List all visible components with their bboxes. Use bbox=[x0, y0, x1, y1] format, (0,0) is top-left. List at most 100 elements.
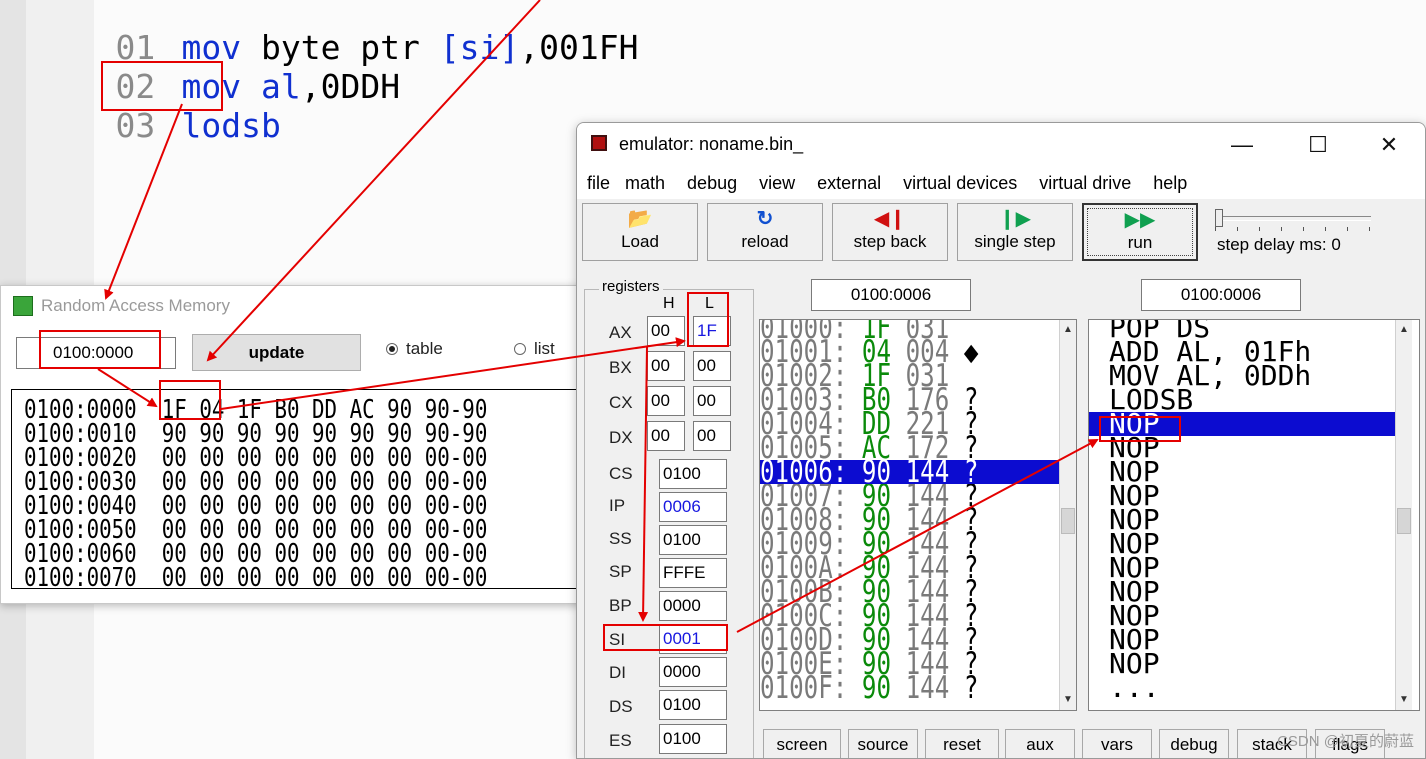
menu-debug[interactable]: debug bbox=[687, 173, 737, 194]
load-label: Load bbox=[621, 232, 659, 251]
reg-ah[interactable]: 00 bbox=[647, 316, 685, 346]
reg-cl[interactable]: 00 bbox=[693, 386, 731, 416]
reg-ss[interactable]: 0100 bbox=[659, 525, 727, 555]
ram-window: Random Access Memory 0100:0000 update ta… bbox=[0, 285, 611, 604]
code-operand: ,0DDH bbox=[300, 67, 401, 106]
disasm-scrollbar[interactable]: ▲ ▼ bbox=[1395, 320, 1412, 710]
ram-titlebar[interactable]: Random Access Memory bbox=[13, 294, 230, 318]
reg-label-cx: CX bbox=[609, 393, 633, 412]
reg-label-ds: DS bbox=[609, 697, 633, 716]
reg-si[interactable]: 0001 bbox=[659, 624, 727, 654]
reg-cs[interactable]: 0100 bbox=[659, 459, 727, 489]
menu-math[interactable]: math bbox=[625, 173, 665, 194]
reg-bl[interactable]: 00 bbox=[693, 351, 731, 381]
close-button[interactable]: ✕ bbox=[1366, 129, 1412, 161]
scroll-up-icon[interactable]: ▲ bbox=[1396, 321, 1412, 339]
disasm-row[interactable]: POP DS bbox=[1089, 320, 1395, 342]
ram-title: Random Access Memory bbox=[41, 296, 230, 315]
reg-label-ax: AX bbox=[609, 323, 632, 342]
reg-label-es: ES bbox=[609, 731, 632, 750]
ram-address-input[interactable]: 0100:0000 bbox=[16, 337, 176, 369]
code-line[interactable]: 03 lodsb bbox=[36, 66, 281, 186]
reload-button[interactable]: ↻ reload bbox=[707, 203, 823, 261]
scroll-down-icon[interactable]: ▼ bbox=[1060, 691, 1076, 709]
menu-virtual-drive[interactable]: virtual drive bbox=[1039, 173, 1131, 194]
reg-dh[interactable]: 00 bbox=[647, 421, 685, 451]
scroll-thumb[interactable] bbox=[1397, 508, 1411, 534]
reg-di[interactable]: 0000 bbox=[659, 657, 727, 687]
code-operand: ,001FH bbox=[519, 28, 639, 67]
reg-label-sp: SP bbox=[609, 562, 632, 581]
disasm-address-input[interactable]: 0100:0006 bbox=[1141, 279, 1301, 311]
reg-label-ip: IP bbox=[609, 496, 626, 515]
code-keyword: lodsb bbox=[181, 106, 281, 145]
single-step-icon: ❙▶ bbox=[998, 208, 1032, 230]
radio-table-label: table bbox=[406, 339, 443, 358]
screen-button[interactable]: screen bbox=[763, 729, 841, 758]
reload-label: reload bbox=[741, 232, 789, 251]
memory-hex: 1F bbox=[861, 319, 892, 346]
reg-sp[interactable]: FFFE bbox=[659, 558, 727, 588]
step-delay-label: step delay ms: 0 bbox=[1217, 235, 1341, 254]
radio-dot-selected-icon bbox=[386, 343, 398, 355]
menu-external[interactable]: external bbox=[817, 173, 881, 194]
step-delay-slider[interactable] bbox=[1215, 209, 1371, 231]
load-button[interactable]: 📂 Load bbox=[582, 203, 698, 261]
memory-scrollbar[interactable]: ▲ ▼ bbox=[1059, 320, 1076, 710]
radio-list[interactable]: list bbox=[514, 339, 555, 359]
reg-label-cs: CS bbox=[609, 464, 633, 483]
reg-ip[interactable]: 0006 bbox=[659, 492, 727, 522]
memory-row[interactable]: 01000: 1F 031 bbox=[760, 319, 1076, 346]
scroll-down-icon[interactable]: ▼ bbox=[1396, 691, 1412, 709]
slider-thumb[interactable] bbox=[1215, 209, 1223, 227]
maximize-button[interactable]: ☐ bbox=[1295, 129, 1341, 161]
memory-char: ? bbox=[963, 382, 979, 418]
emulator-titlebar[interactable]: emulator: noname.bin_ — ☐ ✕ bbox=[577, 123, 1425, 167]
code-register: [si] bbox=[439, 28, 520, 67]
slider-track bbox=[1215, 216, 1371, 221]
reload-icon: ↻ bbox=[756, 208, 774, 230]
memory-dump-table[interactable]: 0100:0000 1F 04 1F B0 DD AC 90 90-90 010… bbox=[11, 389, 611, 589]
col-l-label: L bbox=[705, 295, 714, 312]
menu-virtual-devices[interactable]: virtual devices bbox=[903, 173, 1017, 194]
update-button[interactable]: update bbox=[192, 334, 361, 371]
reg-label-dx: DX bbox=[609, 428, 633, 447]
reg-ch[interactable]: 00 bbox=[647, 386, 685, 416]
memory-list[interactable]: 0100F: 90 144 ? 0100E: 90 144 ? 0100D: 90 … bbox=[759, 319, 1077, 711]
step-back-button[interactable]: ◀❙ step back bbox=[832, 203, 948, 261]
source-button[interactable]: source bbox=[848, 729, 918, 758]
step-back-label: step back bbox=[853, 232, 927, 251]
slider-ticks bbox=[1215, 227, 1371, 231]
menu-view[interactable]: view bbox=[759, 173, 795, 194]
memory-dec: 031 bbox=[905, 319, 950, 346]
scroll-up-icon[interactable]: ▲ bbox=[1060, 321, 1076, 339]
reg-label-di: DI bbox=[609, 663, 626, 682]
reset-button[interactable]: reset bbox=[925, 729, 999, 758]
debug-button[interactable]: debug bbox=[1159, 729, 1229, 758]
radio-table[interactable]: table bbox=[386, 339, 443, 359]
watermark: CSDN @初夏的蔚蓝 bbox=[1277, 733, 1414, 750]
scroll-thumb[interactable] bbox=[1061, 508, 1075, 534]
menu-file[interactable]: file bbox=[587, 173, 610, 194]
minimize-button[interactable]: — bbox=[1219, 129, 1265, 161]
memory-char: ◆ bbox=[963, 334, 979, 370]
single-step-button[interactable]: ❙▶ single step bbox=[957, 203, 1073, 261]
reg-ds[interactable]: 0100 bbox=[659, 690, 727, 720]
reg-label-si: SI bbox=[609, 630, 626, 649]
dump-row: 0100:0070 00 00 00 00 00 00 00 00-00 bbox=[24, 563, 488, 589]
col-h-label: H bbox=[663, 295, 675, 312]
disassembly-list[interactable]: ... NOP NOP NOP NOP NOP NOP NOP NOP NOP NOP NOP LODS… bbox=[1088, 319, 1420, 711]
memory-address-input[interactable]: 0100:0006 bbox=[811, 279, 971, 311]
reg-bp[interactable]: 0000 bbox=[659, 591, 727, 621]
run-button[interactable]: ▶▶ run bbox=[1082, 203, 1198, 261]
aux-button[interactable]: aux bbox=[1005, 729, 1075, 758]
reg-al[interactable]: 1F bbox=[693, 316, 731, 346]
reg-es[interactable]: 0100 bbox=[659, 724, 727, 754]
vars-button[interactable]: vars bbox=[1082, 729, 1152, 758]
reg-dl[interactable]: 00 bbox=[693, 421, 731, 451]
menu-help[interactable]: help bbox=[1153, 173, 1187, 194]
reg-bh[interactable]: 00 bbox=[647, 351, 685, 381]
reg-label-bx: BX bbox=[609, 358, 632, 377]
chip-icon bbox=[591, 135, 607, 151]
toolbar: 📂 Load ↻ reload ◀❙ step back ❙▶ single s… bbox=[577, 199, 1425, 269]
